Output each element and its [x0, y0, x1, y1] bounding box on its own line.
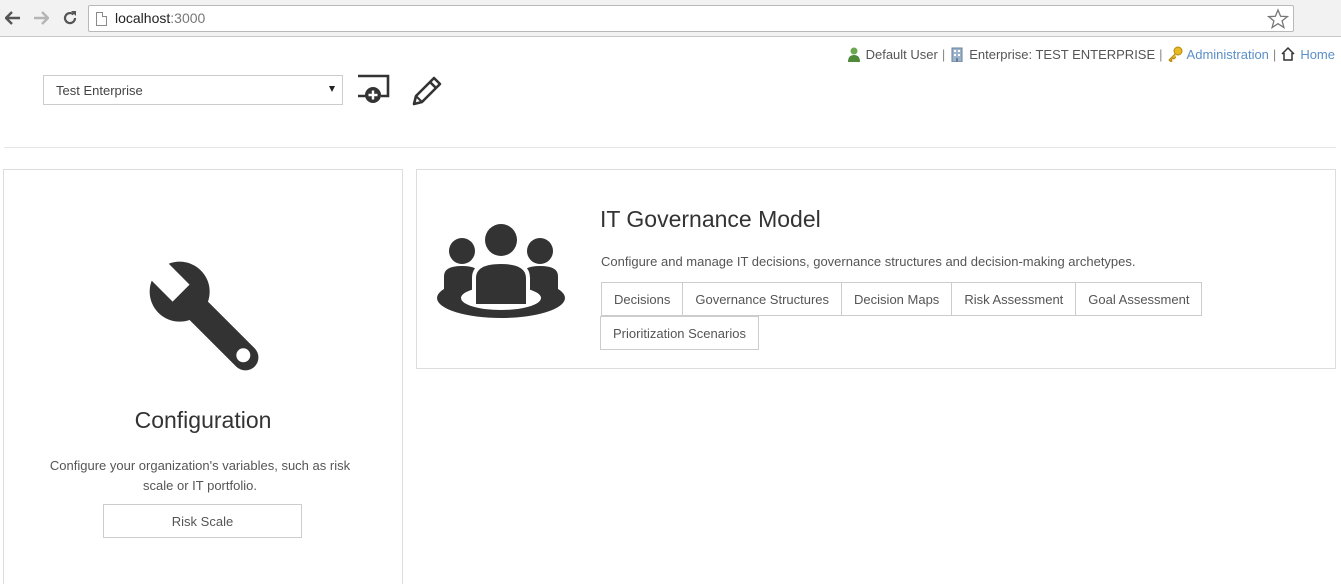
- user-bar: Default User | Enterprise: TEST ENTERPRI…: [846, 46, 1335, 62]
- configuration-description: Configure your organization's variables,…: [49, 458, 351, 493]
- enterprise-select-value: Test Enterprise: [56, 83, 143, 98]
- edit-pencil-button[interactable]: [410, 74, 446, 108]
- reload-icon: [63, 11, 77, 25]
- risk-scale-button[interactable]: Risk Scale: [103, 504, 302, 538]
- enterprise-label: Enterprise: TEST ENTERPRISE: [969, 46, 1156, 62]
- page-icon: [96, 12, 107, 26]
- people-group-icon: [437, 221, 565, 318]
- header-divider: [4, 147, 1336, 148]
- home-link[interactable]: Home: [1300, 47, 1335, 62]
- arrow-left-icon: [5, 11, 20, 25]
- user-icon: [847, 47, 860, 62]
- governance-links-row-2: Prioritization Scenarios: [600, 316, 759, 350]
- enterprise-select[interactable]: Test Enterprise: [43, 75, 343, 105]
- forward-button[interactable]: [30, 7, 52, 29]
- current-user: Default User: [865, 46, 938, 62]
- url-text: localhost:3000: [115, 10, 206, 26]
- configuration-title: Configuration: [134, 407, 272, 433]
- arrow-right-icon: [34, 11, 49, 25]
- wrench-icon: [144, 256, 259, 371]
- prioritization-scenarios-button[interactable]: Prioritization Scenarios: [600, 316, 759, 350]
- browser-toolbar: localhost:3000: [0, 0, 1341, 37]
- goal-assessment-button[interactable]: Goal Assessment: [1075, 282, 1203, 316]
- add-enterprise-button[interactable]: [356, 74, 392, 108]
- governance-links-row-1: Decisions Governance Structures Decision…: [601, 282, 1203, 316]
- address-bar[interactable]: localhost:3000: [88, 5, 1294, 32]
- governance-structures-button[interactable]: Governance Structures: [682, 282, 843, 316]
- it-governance-description: Configure and manage IT decisions, gover…: [601, 254, 1136, 269]
- decisions-button[interactable]: Decisions: [601, 282, 684, 316]
- building-icon: [951, 47, 963, 62]
- back-button[interactable]: [2, 7, 24, 29]
- chevron-down-icon: [329, 86, 335, 92]
- bookmark-star-icon[interactable]: [1267, 8, 1289, 30]
- home-icon: [1281, 46, 1295, 61]
- reload-button[interactable]: [59, 7, 81, 29]
- decision-maps-button[interactable]: Decision Maps: [841, 282, 953, 316]
- it-governance-title: IT Governance Model: [600, 206, 821, 232]
- key-icon: [1167, 46, 1183, 62]
- administration-link[interactable]: Administration: [1187, 47, 1269, 62]
- risk-assessment-button[interactable]: Risk Assessment: [951, 282, 1077, 316]
